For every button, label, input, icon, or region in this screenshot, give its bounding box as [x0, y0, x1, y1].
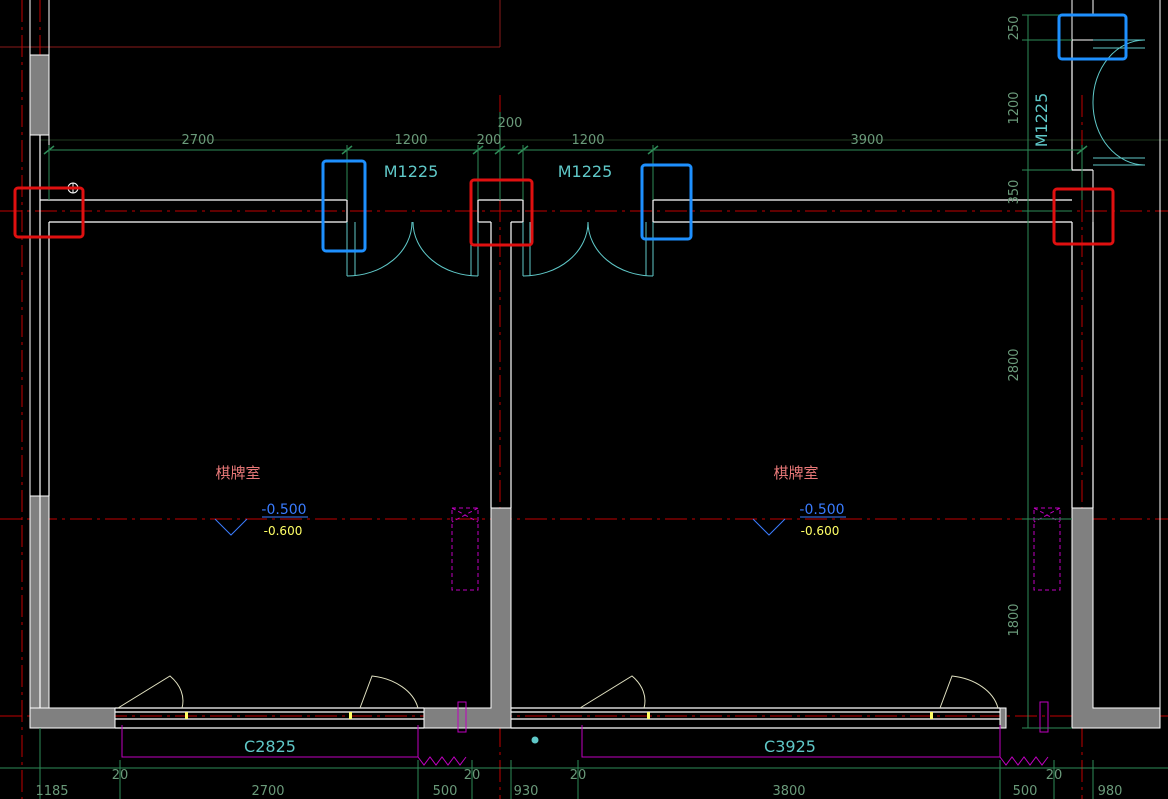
highlight-boxes-red — [13, 178, 1115, 247]
dim-top-3: 200 — [477, 133, 502, 148]
window-label-1: C2825 — [244, 737, 296, 756]
dim-bottom-4: 500 — [433, 784, 458, 799]
dim-bottom-11: 980 — [1098, 784, 1123, 799]
dim-top-5: 1200 — [571, 133, 604, 148]
room-1: 棋牌室 -0.500 -0.600 — [215, 464, 306, 538]
dim-bottom-2: 20 — [112, 768, 129, 783]
highlight-door1-left-jamb — [321, 159, 367, 253]
dim-right-5: 1800 — [1007, 603, 1022, 636]
room-level-yellow: -0.600 — [264, 524, 303, 538]
dim-top-6: 3900 — [850, 133, 883, 148]
dimensions-right: 250 1200 350 2800 1800 — [1007, 16, 1022, 637]
dim-right-4: 2800 — [1007, 348, 1022, 381]
construction-lines — [0, 0, 1168, 141]
dim-bottom-10: 20 — [1046, 768, 1063, 783]
room-level-blue: -0.500 — [261, 502, 306, 518]
outer-boundary — [29, 0, 1161, 728]
dim-bottom-7: 20 — [570, 768, 587, 783]
dim-bottom-9: 500 — [1013, 784, 1038, 799]
dimensions-top: 2700 1200 200 200 1200 3900 — [181, 116, 883, 148]
door-label-1: M1225 — [384, 162, 439, 181]
wall-fills — [29, 54, 1161, 729]
door-label-2: M1225 — [558, 162, 613, 181]
highlight-boxes-blue — [321, 13, 1128, 253]
dim-right-2: 1200 — [1007, 91, 1022, 124]
window-label-2: C3925 — [764, 737, 816, 756]
room-2: 棋牌室 -0.500 -0.600 — [773, 464, 844, 538]
door-label-3: M1225 — [1032, 93, 1051, 148]
dim-bottom-3: 2700 — [251, 784, 284, 799]
room-name: 棋牌室 — [773, 464, 818, 482]
dim-bottom-8: 3800 — [772, 784, 805, 799]
window-labels: C2825 C3925 — [244, 737, 816, 756]
highlight-top-right-jamb — [1057, 13, 1128, 61]
dim-top-2: 1200 — [394, 133, 427, 148]
room-name: 棋牌室 — [215, 464, 260, 482]
small-markers — [67, 182, 539, 744]
room-level-blue: -0.500 — [799, 502, 844, 518]
bottom-door-swings — [117, 675, 999, 709]
room-level-yellow: -0.600 — [801, 524, 840, 538]
dim-top-4: 200 — [498, 116, 523, 131]
cyan-point-icon — [531, 736, 539, 744]
dimensions-bottom: 1185 20 2700 500 20 930 20 3800 500 20 9… — [35, 768, 1122, 799]
dim-bottom-6: 930 — [514, 784, 539, 799]
axis-lines — [0, 0, 1168, 799]
magenta-dashed-objects — [451, 507, 1061, 591]
highlight-door2-right-jamb — [640, 163, 693, 241]
highlight-right-junction — [1052, 187, 1115, 246]
dim-right-3: 350 — [1007, 180, 1022, 205]
door-swings — [346, 39, 1146, 277]
dim-bottom-1: 1185 — [35, 784, 68, 799]
elevation-markers — [214, 516, 846, 536]
dim-bottom-5: 20 — [464, 768, 481, 783]
dim-right-1: 250 — [1007, 16, 1022, 41]
floor-plan-canvas: 2700 1200 200 200 1200 3900 250 1200 350… — [0, 0, 1168, 799]
dim-top-1: 2700 — [181, 133, 214, 148]
